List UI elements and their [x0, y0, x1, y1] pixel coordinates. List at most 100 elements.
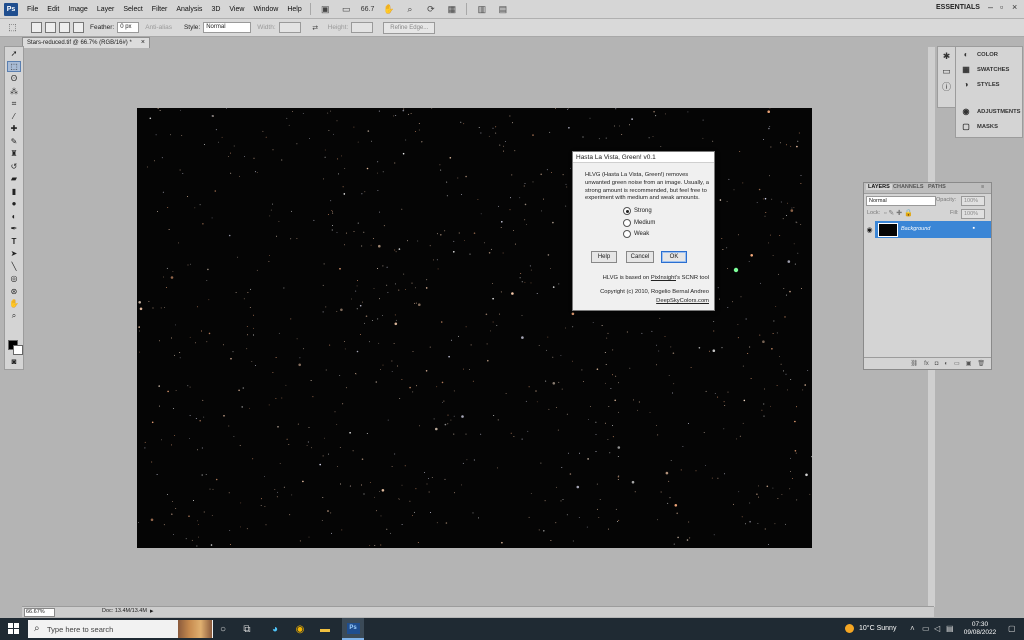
extras-icon[interactable]: ▤: [496, 4, 509, 15]
rectangular-marquee-icon[interactable]: ⬚: [7, 60, 21, 72]
blur-tool-icon[interactable]: ●: [7, 198, 21, 209]
eyedropper-icon[interactable]: ⁄: [7, 111, 21, 122]
quick-selection-icon[interactable]: ⁂: [7, 86, 21, 97]
screen-mode-icon[interactable]: ▭: [340, 4, 353, 15]
lasso-tool-icon[interactable]: ʘ: [7, 73, 21, 84]
move-tool-icon[interactable]: ➚: [7, 48, 21, 59]
menu-image[interactable]: Image: [68, 6, 87, 13]
volume-icon[interactable]: ◁: [934, 624, 940, 633]
radio-weak-indicator[interactable]: [623, 230, 631, 238]
workspace-switcher[interactable]: ESSENTIALS: [936, 4, 980, 11]
pixinsight-link[interactable]: PixInsight: [651, 275, 676, 281]
shape-tool-icon[interactable]: ╲: [7, 261, 21, 272]
new-group-icon[interactable]: ▭: [954, 360, 960, 367]
menu-layer[interactable]: Layer: [97, 6, 115, 13]
taskbar-photoshop[interactable]: Ps: [342, 618, 364, 640]
panel-menu-icon[interactable]: ≡: [981, 184, 984, 190]
radio-strong-indicator[interactable]: [623, 207, 631, 215]
background-color-swatch[interactable]: [13, 345, 23, 355]
history-brush-icon[interactable]: ↺: [7, 161, 21, 172]
radio-medium-indicator[interactable]: [623, 219, 631, 227]
dock-item-swatches[interactable]: ▦ SWATCHES: [956, 62, 1022, 77]
menu-analysis[interactable]: Analysis: [176, 6, 202, 13]
rotate-view-icon[interactable]: ⟳: [424, 4, 437, 15]
language-icon[interactable]: ▤: [946, 624, 954, 633]
dock-item-color[interactable]: ◐ COLOR: [956, 47, 1022, 62]
dock-item-masks[interactable]: ▢ MASKS: [956, 119, 1022, 134]
delete-layer-icon[interactable]: 🗑: [977, 360, 985, 367]
type-tool-icon[interactable]: T: [7, 236, 21, 247]
blend-mode-select[interactable]: Normal: [866, 196, 936, 206]
edge-icon[interactable]: ◕: [268, 622, 282, 636]
new-layer-icon[interactable]: ▣: [966, 360, 972, 367]
taskbar-clock[interactable]: 07:30 09/08/2022: [960, 621, 1000, 637]
add-mask-icon[interactable]: ◘: [935, 361, 939, 367]
menu-file[interactable]: File: [27, 6, 38, 13]
cancel-button[interactable]: Cancel: [626, 251, 654, 263]
healing-brush-icon[interactable]: ✚: [7, 123, 21, 134]
subtract-selection-icon[interactable]: [59, 22, 70, 33]
intersect-selection-icon[interactable]: [73, 22, 84, 33]
dock-item-adjustments[interactable]: ◉ ADJUSTMENTS: [956, 104, 1022, 119]
tab-close-icon[interactable]: ×: [141, 38, 145, 48]
ok-button[interactable]: OK: [661, 251, 687, 263]
tray-chevron-icon[interactable]: ˄: [910, 624, 915, 633]
visibility-eye-icon[interactable]: ◉: [864, 221, 875, 238]
menu-edit[interactable]: Edit: [47, 6, 59, 13]
gradient-tool-icon[interactable]: ▮: [7, 186, 21, 197]
status-zoom[interactable]: 66.67%: [24, 608, 55, 617]
zoom-level[interactable]: 66.7: [361, 6, 375, 13]
help-button[interactable]: Help: [591, 251, 617, 263]
radio-weak[interactable]: Weak: [623, 230, 649, 238]
tab-channels[interactable]: CHANNELS: [893, 184, 924, 190]
info-icon[interactable]: ⓘ: [941, 81, 952, 92]
menu-select[interactable]: Select: [123, 6, 142, 13]
document-tab[interactable]: Stars-reduced.tif @ 66.7% (RGB/16#) * ×: [22, 37, 150, 48]
menu-view[interactable]: View: [229, 6, 244, 13]
arrange-documents-icon[interactable]: ▥: [475, 4, 488, 15]
opacity-input[interactable]: 100%: [961, 196, 985, 206]
navigator-icon[interactable]: ▭: [941, 66, 952, 77]
brush-tool-icon[interactable]: ✎: [7, 136, 21, 147]
zoom-tool-icon[interactable]: ⌕: [403, 4, 416, 15]
weather-widget[interactable]: 10°C Sunny: [845, 624, 896, 633]
dock-item-styles[interactable]: ◑ STYLES: [956, 77, 1022, 92]
restore-icon[interactable]: ▫: [1000, 2, 1003, 12]
zoom-tool-icon[interactable]: ⌕: [7, 311, 21, 322]
hand-tool-icon[interactable]: ✋: [382, 4, 395, 15]
layer-style-icon[interactable]: fx: [924, 361, 929, 367]
taskbar-search[interactable]: ⌕ Type here to search: [28, 620, 213, 638]
eraser-icon[interactable]: ▰: [7, 173, 21, 184]
close-icon[interactable]: ×: [1012, 2, 1017, 12]
status-menu-arrow-icon[interactable]: ▸: [150, 607, 154, 615]
3d-orbit-icon[interactable]: ⊛: [7, 286, 21, 297]
tab-paths[interactable]: PATHS: [928, 184, 946, 190]
menu-help[interactable]: Help: [287, 6, 301, 13]
network-icon[interactable]: ▭: [922, 624, 930, 633]
quick-mask-icon[interactable]: ◙: [7, 356, 21, 367]
add-selection-icon[interactable]: [45, 22, 56, 33]
tab-layers[interactable]: LAYERS: [866, 184, 892, 190]
cortana-icon[interactable]: ○: [216, 622, 230, 636]
chrome-icon[interactable]: ◉: [293, 622, 307, 636]
bridge-icon[interactable]: ▣: [319, 4, 332, 15]
adjustment-layer-icon[interactable]: ◐: [944, 361, 948, 367]
feather-input[interactable]: 0 px: [117, 22, 140, 33]
clone-stamp-icon[interactable]: ♜: [7, 148, 21, 159]
menu-window[interactable]: Window: [253, 6, 278, 13]
marquee-preset-icon[interactable]: ⬚: [6, 22, 19, 33]
new-selection-icon[interactable]: [31, 22, 42, 33]
lock-icons[interactable]: ▫ ✎ ✚ 🔒: [884, 209, 913, 217]
refine-edge-button[interactable]: Refine Edge...: [383, 21, 436, 34]
menu-filter[interactable]: Filter: [152, 6, 168, 13]
height-input[interactable]: [351, 22, 374, 33]
crop-tool-icon[interactable]: ⌗: [7, 98, 21, 109]
file-explorer-icon[interactable]: ▬: [318, 622, 332, 636]
3d-rotate-icon[interactable]: ◎: [7, 273, 21, 284]
fill-input[interactable]: 100%: [961, 209, 985, 219]
radio-medium[interactable]: Medium: [623, 219, 655, 227]
width-input[interactable]: [278, 22, 301, 33]
path-selection-icon[interactable]: ➤: [7, 248, 21, 259]
radio-strong[interactable]: Strong: [623, 207, 652, 215]
menu-3d[interactable]: 3D: [211, 6, 220, 13]
